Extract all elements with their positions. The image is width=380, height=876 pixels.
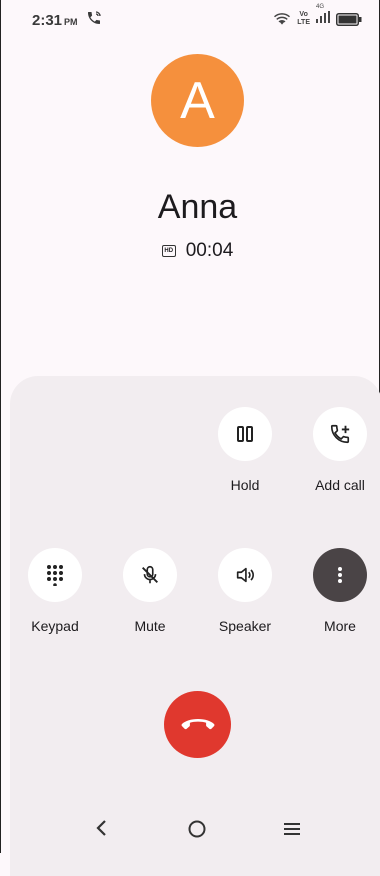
hold-label: Hold bbox=[230, 477, 260, 493]
mute-button[interactable] bbox=[123, 548, 177, 602]
call-end-icon bbox=[181, 718, 214, 729]
hold-button[interactable] bbox=[218, 407, 272, 461]
dialpad-icon bbox=[47, 565, 63, 586]
status-bar: 2:31 PM Vo LTE 4G bbox=[0, 0, 380, 36]
hd-voice-icon: HD bbox=[161, 245, 176, 257]
more-label: More bbox=[324, 618, 356, 634]
contact-avatar: A bbox=[151, 54, 244, 147]
signal-icon bbox=[316, 11, 330, 23]
more-button[interactable] bbox=[313, 548, 367, 602]
speaker-label: Speaker bbox=[218, 618, 272, 634]
more-vert-icon bbox=[338, 567, 342, 583]
speaker-button[interactable] bbox=[218, 548, 272, 602]
back-nav-icon[interactable] bbox=[94, 818, 110, 838]
pause-icon bbox=[237, 426, 253, 442]
call-timer-row: HD 00:04 bbox=[0, 240, 380, 262]
status-ampm: PM bbox=[64, 17, 78, 27]
ongoing-call-icon bbox=[88, 11, 101, 24]
home-nav-icon[interactable] bbox=[186, 818, 208, 840]
mic-off-icon bbox=[142, 565, 158, 584]
network-type-label: 4G bbox=[316, 4, 325, 10]
end-call-button[interactable] bbox=[164, 691, 231, 758]
signal-indicator: 4G bbox=[316, 4, 330, 28]
contact-name: Anna bbox=[157, 188, 238, 226]
add-call-button[interactable] bbox=[313, 407, 367, 461]
battery-icon bbox=[336, 12, 362, 26]
status-time: 2:31 PM bbox=[32, 12, 78, 29]
avatar-initial: A bbox=[180, 71, 215, 130]
keypad-label: Keypad bbox=[31, 618, 79, 634]
add-call-icon bbox=[330, 424, 350, 444]
keypad-button[interactable] bbox=[28, 548, 82, 602]
wifi-icon bbox=[274, 13, 291, 25]
recents-nav-icon[interactable] bbox=[282, 821, 302, 837]
status-icons: Vo LTE 4G bbox=[273, 4, 362, 28]
mute-label: Mute bbox=[134, 618, 166, 634]
call-timer: 00:04 bbox=[185, 240, 234, 261]
speaker-icon bbox=[236, 567, 254, 583]
add-call-label: Add call bbox=[315, 477, 365, 493]
volte-indicator: Vo LTE bbox=[297, 11, 310, 26]
